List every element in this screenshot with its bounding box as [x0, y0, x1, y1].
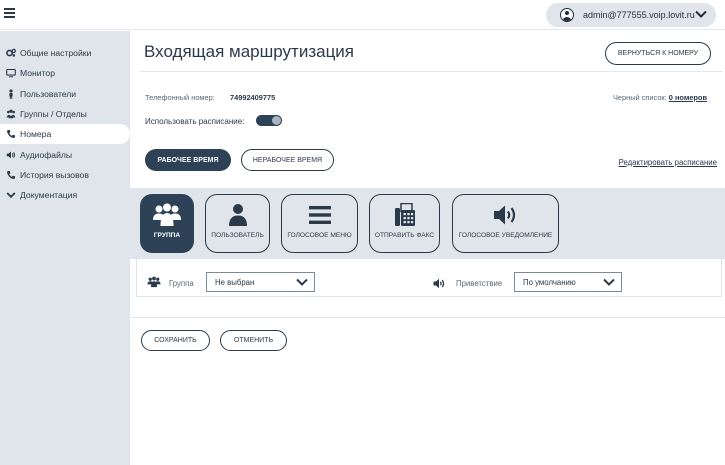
back-to-number-button[interactable]: Вернуться к номеру — [605, 42, 711, 65]
chevron-down-icon — [603, 278, 615, 286]
sidebar-item-label: Документация — [20, 190, 78, 201]
phone-icon — [6, 170, 16, 180]
routing-type-send-fax[interactable]: Отправить факс — [369, 194, 440, 253]
chevron-down-icon — [296, 278, 308, 286]
speaker-icon — [493, 203, 519, 227]
avatar-icon — [560, 8, 574, 22]
edit-schedule-link[interactable]: Редактировать расписание — [619, 158, 717, 167]
cancel-button[interactable]: Отменить — [220, 330, 287, 351]
routing-type-label: Голосовое уведомление — [458, 232, 553, 239]
routing-type-group[interactable]: Группа — [140, 194, 194, 253]
group-icon — [152, 203, 182, 227]
tab-work-time[interactable]: Рабочее время — [145, 149, 231, 171]
monitor-icon — [6, 68, 16, 78]
sidebar-item-call-history[interactable]: История вызовов — [0, 165, 130, 185]
menu-icon — [308, 203, 332, 227]
group-icon — [6, 109, 16, 119]
save-button[interactable]: Сохранить — [141, 330, 210, 351]
user-icon — [6, 89, 16, 99]
routing-type-label: Отправить факс — [374, 232, 435, 239]
gears-icon — [6, 48, 16, 58]
main-content: Входящая маршрутизация Вернуться к номер… — [130, 31, 725, 465]
sidebar: Общие настройки Монитор Пользователи Гру… — [0, 31, 130, 465]
menu-icon[interactable] — [4, 8, 15, 18]
routing-type-selector: Группа Пользователь Голосовое меню Отпра… — [130, 188, 725, 259]
group-select[interactable]: Не выбран — [206, 272, 315, 292]
greeting-select[interactable]: По умолчанию — [514, 272, 622, 292]
blacklist-link[interactable]: 0 номеров — [669, 93, 707, 102]
phone-number-label: Телефонный номер: — [145, 93, 215, 102]
routing-type-voice-menu[interactable]: Голосовое меню — [281, 194, 358, 253]
divider — [130, 317, 725, 318]
sidebar-item-label: Монитор — [20, 68, 55, 79]
user-icon — [226, 203, 250, 227]
sidebar-item-general-settings[interactable]: Общие настройки — [0, 43, 130, 63]
sidebar-item-label: Общие настройки — [20, 48, 92, 59]
sidebar-item-label: Аудиофайлы — [20, 149, 73, 160]
page-title: Входящая маршрутизация — [144, 42, 355, 61]
fax-icon — [394, 203, 416, 227]
sidebar-item-label: Пользователи — [20, 88, 77, 99]
group-select-value: Не выбран — [215, 277, 255, 287]
sidebar-item-numbers[interactable]: Номера — [0, 124, 130, 145]
divider — [140, 71, 723, 72]
sidebar-item-label: История вызовов — [20, 169, 89, 180]
phone-icon — [6, 129, 16, 139]
sidebar-item-groups[interactable]: Группы / Отделы — [0, 104, 130, 124]
routing-type-label: Пользователь — [211, 232, 264, 239]
speaker-icon — [433, 278, 445, 289]
chevron-down-icon — [695, 10, 707, 18]
group-icon — [147, 276, 161, 288]
routing-settings-row: Группа Не выбран Приветствие По умолчани… — [136, 259, 722, 297]
phone-number-value: 74992409775 — [230, 93, 276, 102]
sidebar-item-documentation[interactable]: Документация — [0, 185, 130, 205]
routing-type-label: Группа — [153, 232, 181, 239]
account-menu[interactable]: admin@777555.voip.lovit.ru — [546, 3, 716, 27]
sidebar-item-label: Группы / Отделы — [20, 109, 87, 120]
sidebar-item-label: Номера — [20, 129, 52, 140]
chevron-down-icon — [6, 190, 16, 200]
account-email: admin@777555.voip.lovit.ru — [583, 10, 695, 20]
greeting-label: Приветствие — [456, 279, 503, 288]
sidebar-item-users[interactable]: Пользователи — [0, 84, 130, 104]
routing-type-label: Голосовое меню — [287, 232, 352, 239]
blacklist-info: Черный список: 0 номеров — [613, 93, 707, 102]
greeting-select-value: По умолчанию — [523, 277, 576, 287]
routing-type-user[interactable]: Пользователь — [205, 194, 270, 253]
routing-type-voice-notification[interactable]: Голосовое уведомление — [452, 194, 559, 253]
sidebar-item-audio-files[interactable]: Аудиофайлы — [0, 144, 130, 164]
use-schedule-toggle[interactable] — [256, 115, 282, 126]
blacklist-label: Черный список: — [613, 93, 667, 102]
sidebar-item-monitor[interactable]: Монитор — [0, 63, 130, 83]
use-schedule-label: Использовать расписание: — [145, 117, 245, 126]
tab-non-work-time[interactable]: Нерабочее время — [241, 149, 334, 171]
top-bar: admin@777555.voip.lovit.ru — [0, 0, 725, 30]
speaker-icon — [6, 150, 16, 160]
group-label: Группа — [169, 279, 194, 288]
